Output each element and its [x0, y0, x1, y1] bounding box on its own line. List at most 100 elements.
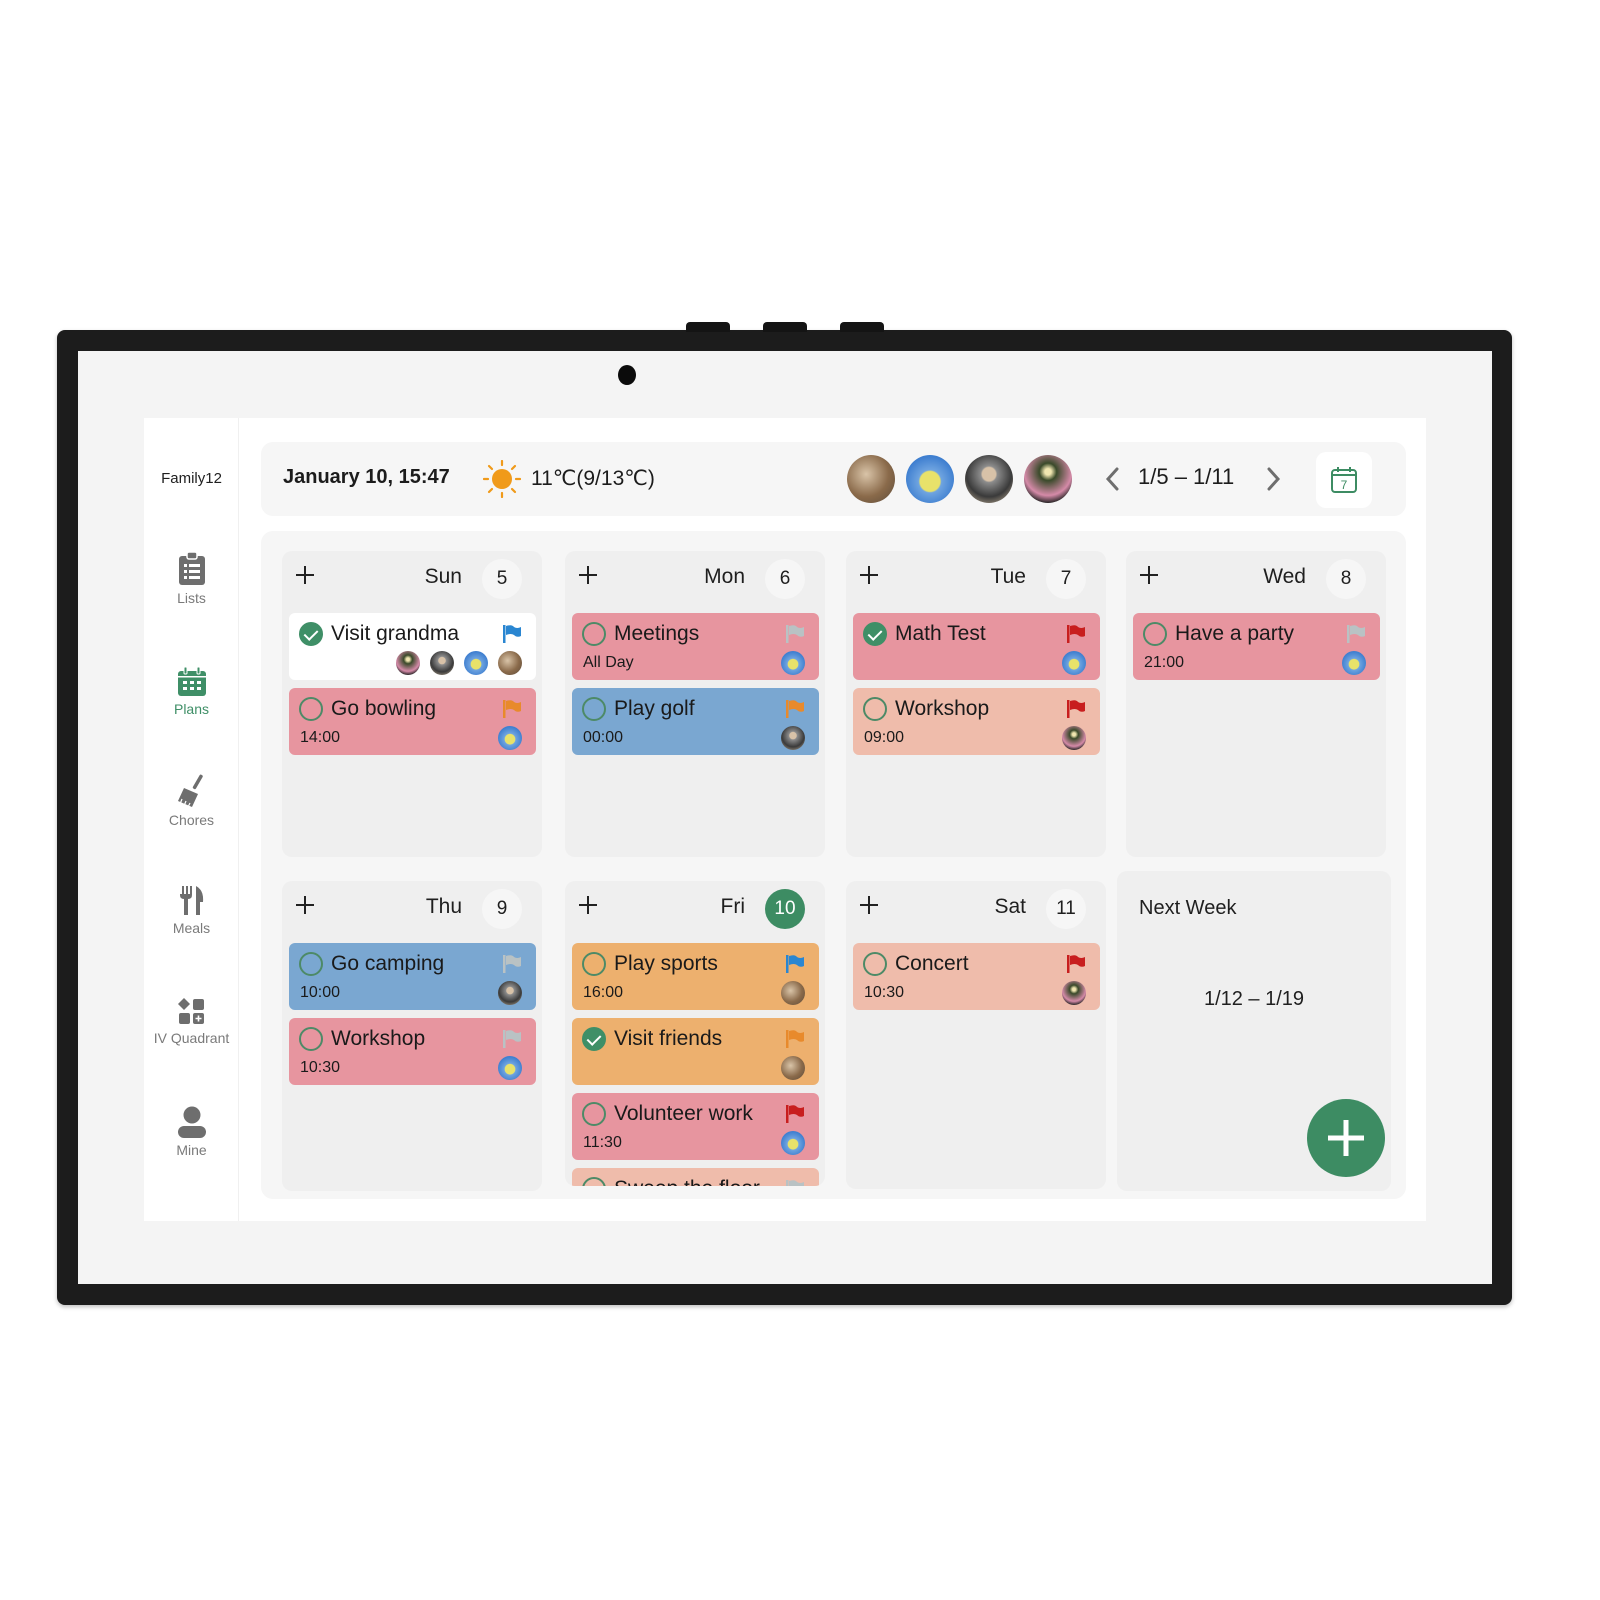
avatar[interactable]: [965, 455, 1013, 503]
task-time: 00:00: [583, 729, 624, 746]
add-task-button[interactable]: [292, 892, 318, 918]
day-header: Thu 9: [282, 881, 542, 935]
task-card[interactable]: Have a party 21:00: [1133, 613, 1380, 680]
task-assignees: [498, 1056, 522, 1080]
priority-flag-icon: [1067, 955, 1085, 973]
sidebar-item-chores[interactable]: Chores: [144, 774, 239, 828]
sidebar-item-label: IV Quadrant: [153, 1030, 230, 1046]
task-assignees: [396, 651, 522, 675]
add-task-button[interactable]: [1136, 562, 1162, 588]
task-assignees: [1062, 726, 1086, 750]
next-week-button[interactable]: [1261, 464, 1285, 494]
task-card[interactable]: Visit friends: [572, 1018, 819, 1085]
checked-circle-icon[interactable]: [582, 1027, 606, 1051]
unchecked-circle-icon[interactable]: [299, 952, 323, 976]
family-calendar-app: Family12 Lists Plans Chores Meals IV Qua…: [144, 418, 1426, 1221]
add-task-button[interactable]: [575, 892, 601, 918]
sidebar: Family12 Lists Plans Chores Meals IV Qua…: [144, 418, 239, 1221]
task-assignees: [781, 726, 805, 750]
broom-icon: [177, 774, 203, 808]
avatar: [1062, 726, 1086, 750]
sidebar-item-mine[interactable]: Mine: [144, 1106, 239, 1158]
unchecked-circle-icon[interactable]: [299, 1027, 323, 1051]
sidebar-item-quadrant[interactable]: IV Quadrant: [144, 998, 239, 1046]
avatar: [1342, 651, 1366, 675]
task-card[interactable]: Volunteer work 11:30: [572, 1093, 819, 1160]
header-bar: January 10, 15:47 11℃(9/13℃) 1/5 – 1/11: [261, 442, 1406, 516]
task-card[interactable]: Concert 10:30: [853, 943, 1100, 1010]
add-task-button[interactable]: [575, 562, 601, 588]
day-header: Tue 7: [846, 551, 1106, 605]
task-assignees: [1062, 981, 1086, 1005]
task-title: Play sports: [614, 952, 718, 975]
unchecked-circle-icon[interactable]: [582, 622, 606, 646]
day-number: 11: [1046, 889, 1086, 929]
sidebar-item-label: Lists: [177, 590, 206, 606]
task-card[interactable]: Sweep the floor: [572, 1168, 819, 1186]
day-name: Thu: [425, 895, 462, 918]
task-title: Go bowling: [331, 697, 437, 720]
avatar[interactable]: [1024, 455, 1072, 503]
task-time: 10:30: [864, 984, 905, 1001]
avatar: [430, 651, 454, 675]
day-column-fri: Fri 10 Play sports 16:00 Visit friends Volunt…: [565, 881, 825, 1186]
task-card[interactable]: Workshop 10:30: [289, 1018, 536, 1085]
week-board: Next Week 1/12 – 1/19 Sun 5 Visit grandma G…: [261, 531, 1406, 1199]
unchecked-circle-icon[interactable]: [582, 952, 606, 976]
day-column-tue: Tue 7 Math Test Workshop 09:00: [846, 551, 1106, 857]
unchecked-circle-icon[interactable]: [299, 697, 323, 721]
unchecked-circle-icon[interactable]: [863, 697, 887, 721]
avatar: [1062, 981, 1086, 1005]
unchecked-circle-icon[interactable]: [1143, 622, 1167, 646]
task-assignees: [1342, 651, 1366, 675]
add-task-button[interactable]: [292, 562, 318, 588]
task-card[interactable]: Play sports 16:00: [572, 943, 819, 1010]
avatar[interactable]: [906, 455, 954, 503]
task-time: 09:00: [864, 729, 905, 746]
sidebar-item-label: Chores: [168, 812, 215, 828]
previous-week-button[interactable]: [1101, 464, 1125, 494]
hardware-button: [763, 322, 807, 332]
sidebar-item-lists[interactable]: Lists: [144, 552, 239, 606]
task-title: Meetings: [614, 622, 700, 645]
avatar[interactable]: [847, 455, 895, 503]
avatar: [781, 726, 805, 750]
task-card[interactable]: Go bowling 14:00: [289, 688, 536, 755]
avatar: [396, 651, 420, 675]
task-card[interactable]: Workshop 09:00: [853, 688, 1100, 755]
task-time: 21:00: [1144, 654, 1185, 671]
day-header: Sun 5: [282, 551, 542, 605]
task-card[interactable]: Visit grandma: [289, 613, 536, 680]
avatar: [1062, 651, 1086, 675]
checked-circle-icon[interactable]: [863, 622, 887, 646]
sidebar-item-meals[interactable]: Meals: [144, 886, 239, 936]
checked-circle-icon[interactable]: [299, 622, 323, 646]
day-column-sat: Sat 11 Concert 10:30: [846, 881, 1106, 1189]
calendar-today-icon: 7: [1331, 467, 1357, 493]
unchecked-circle-icon[interactable]: [863, 952, 887, 976]
task-card[interactable]: Go camping 10:00: [289, 943, 536, 1010]
task-title: Play golf: [614, 697, 695, 720]
add-task-button[interactable]: [856, 562, 882, 588]
unchecked-circle-icon[interactable]: [582, 697, 606, 721]
task-card[interactable]: Play golf 00:00: [572, 688, 819, 755]
priority-flag-icon: [503, 1030, 521, 1048]
task-assignees: [781, 1056, 805, 1080]
add-task-button[interactable]: [856, 892, 882, 918]
avatar: [498, 651, 522, 675]
task-card[interactable]: Meetings All Day: [572, 613, 819, 680]
add-task-fab[interactable]: [1307, 1099, 1385, 1177]
sidebar-item-plans[interactable]: Plans: [144, 667, 239, 717]
unchecked-circle-icon[interactable]: [582, 1177, 606, 1186]
front-camera: [618, 365, 636, 385]
day-header: Mon 6: [565, 551, 825, 605]
task-title: Visit friends: [614, 1027, 723, 1050]
sidebar-item-label: Meals: [172, 920, 211, 936]
task-assignees: [781, 1131, 805, 1155]
unchecked-circle-icon[interactable]: [582, 1102, 606, 1126]
day-number: 7: [1046, 559, 1086, 599]
task-card[interactable]: Math Test: [853, 613, 1100, 680]
avatar: [781, 981, 805, 1005]
jump-to-today-button[interactable]: 7: [1316, 452, 1372, 508]
weather-readout: 11℃(9/13℃): [531, 467, 655, 490]
